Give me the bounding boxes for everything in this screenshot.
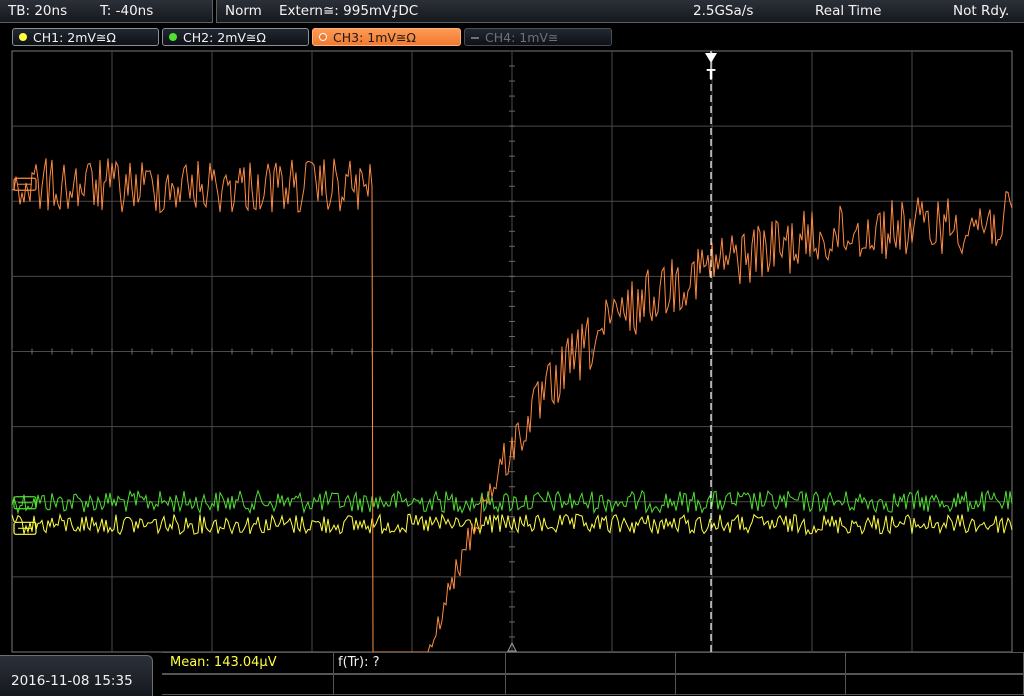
meas-cell[interactable]: [676, 652, 846, 674]
mean-measurement[interactable]: Mean: 143.04µV: [170, 655, 277, 670]
datetime-panel: 2016-11-08 15:35: [0, 655, 153, 696]
meas-cell[interactable]: [334, 674, 506, 695]
meas-cell[interactable]: [846, 652, 1024, 674]
waveform-display[interactable]: T: [0, 0, 1024, 695]
graticule: [11, 50, 1013, 653]
trigger-marker-label: T: [707, 68, 716, 83]
meas-cell[interactable]: [846, 674, 1024, 695]
meas-cell[interactable]: [676, 674, 846, 695]
meas-cell[interactable]: [506, 652, 676, 674]
rise-time-measurement[interactable]: f(Tr): ?: [338, 655, 380, 670]
meas-cell[interactable]: [162, 674, 334, 695]
measurement-bar[interactable]: [162, 652, 1024, 695]
datetime-label: 2016-11-08 15:35: [11, 673, 133, 689]
meas-cell[interactable]: [506, 674, 676, 695]
